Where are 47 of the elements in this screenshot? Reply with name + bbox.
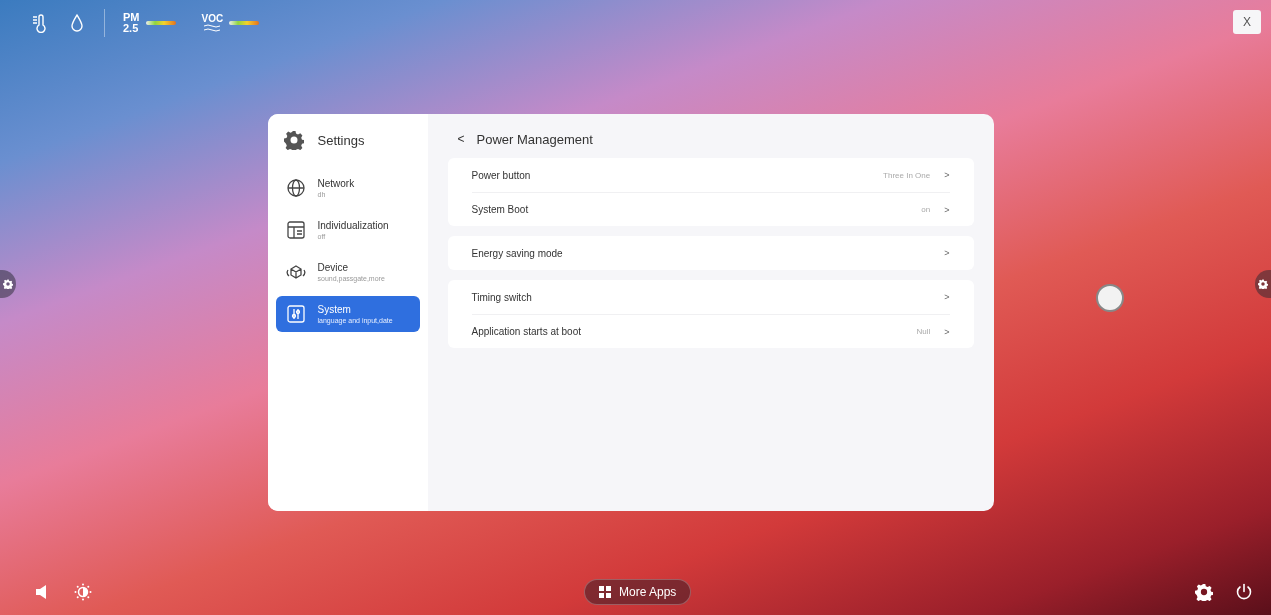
side-handle[interactable] bbox=[0, 270, 16, 298]
settings-row[interactable]: Energy saving mode > bbox=[471, 236, 950, 270]
sidebar-item-label: Device bbox=[317, 262, 350, 273]
brightness-icon[interactable] bbox=[74, 583, 92, 601]
back-button[interactable]: < bbox=[457, 132, 465, 146]
settings-row[interactable]: Power button Three In One > bbox=[471, 158, 950, 192]
gear-icon bbox=[283, 130, 304, 150]
sliders-icon bbox=[285, 304, 306, 324]
layout-icon bbox=[285, 220, 306, 240]
more-apps-button[interactable]: More Apps bbox=[584, 579, 692, 605]
pm-value: 2.5 bbox=[123, 23, 140, 34]
row-value: on bbox=[921, 205, 931, 214]
settings-row[interactable]: System Boot on > bbox=[471, 192, 950, 226]
gear-icon bbox=[1258, 279, 1268, 289]
row-value: Null bbox=[916, 327, 931, 336]
sidebar-item-label: System bbox=[317, 304, 352, 315]
voc-label: VOC bbox=[201, 14, 224, 24]
voc-meter bbox=[229, 21, 260, 25]
chevron: > bbox=[944, 170, 950, 180]
settings-row[interactable]: Application starts at boot Null > bbox=[471, 314, 950, 348]
row-value: Three In One bbox=[883, 170, 931, 180]
waves-icon bbox=[203, 24, 222, 32]
grid-icon bbox=[599, 586, 611, 598]
sidebar-item-label: Individualization bbox=[317, 220, 389, 231]
row-label: Power button bbox=[471, 169, 532, 181]
row-label: Application starts at boot bbox=[471, 326, 582, 337]
row-label: System Boot bbox=[471, 204, 530, 215]
chevron: > bbox=[944, 292, 950, 302]
row-label: Timing switch bbox=[471, 291, 533, 303]
page-title: Power Management bbox=[476, 131, 593, 147]
side-handle[interactable] bbox=[1255, 270, 1271, 298]
chevron: > bbox=[944, 204, 950, 215]
chevron: > bbox=[944, 248, 950, 258]
settings-row[interactable]: Timing switch > bbox=[471, 280, 950, 314]
pm-label: PM bbox=[123, 12, 140, 23]
floating-ball[interactable] bbox=[1096, 284, 1124, 312]
pm-meter bbox=[145, 21, 176, 25]
sidebar-item-label: Network bbox=[317, 178, 355, 189]
settings-icon bbox=[1195, 583, 1213, 601]
settings-title: Settings bbox=[317, 132, 365, 148]
power-icon[interactable] bbox=[1235, 583, 1253, 601]
gear-icon bbox=[3, 279, 13, 289]
globe-icon bbox=[285, 178, 306, 198]
droplet-icon bbox=[68, 13, 86, 33]
row-label: Energy saving mode bbox=[471, 247, 564, 259]
chevron: > bbox=[944, 326, 950, 337]
close-button[interactable]: X bbox=[1233, 10, 1261, 34]
